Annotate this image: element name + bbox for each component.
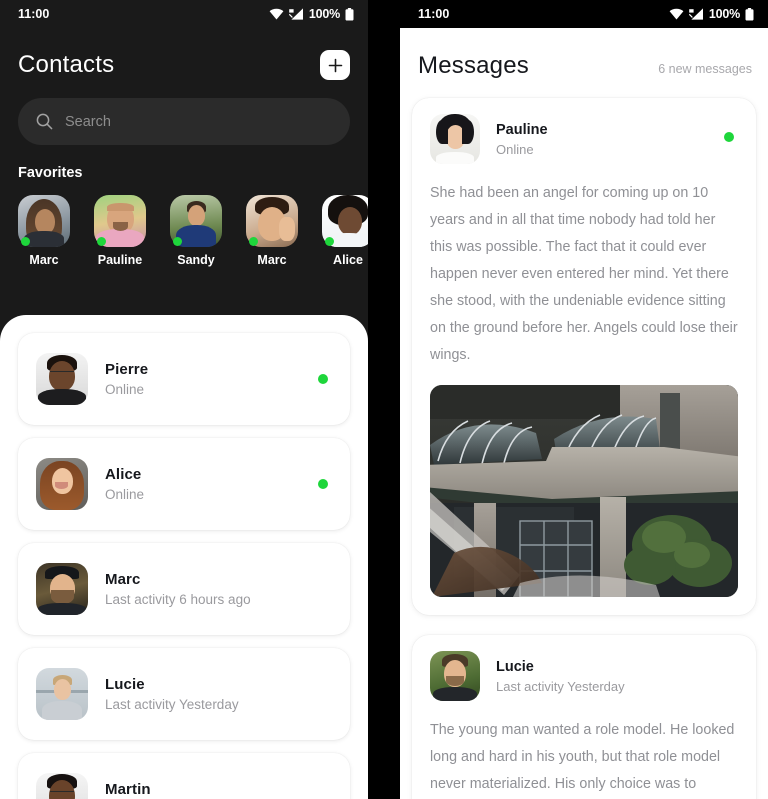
contact-status: Last activity Yesterday — [105, 697, 239, 712]
sender-status: Online — [496, 141, 534, 157]
avatar — [36, 668, 88, 720]
contact-name: Alice — [105, 466, 142, 483]
message-header: Pauline Online — [430, 114, 738, 164]
contact-row[interactable]: Pierre Online — [18, 333, 350, 425]
online-dot — [318, 479, 328, 489]
contacts-panel: 11:00 100% Contacts Search Favorites Mar… — [0, 0, 368, 799]
favorite-name: Alice — [333, 253, 363, 267]
avatar-wrap — [18, 195, 70, 247]
contact-info: Martin Last activity 3 days ago — [105, 781, 245, 799]
avatar — [36, 458, 88, 510]
status-bar-left: 11:00 100% — [0, 0, 368, 28]
favorites-heading: Favorites — [18, 165, 83, 181]
contact-info: Lucie Last activity Yesterday — [105, 676, 239, 712]
battery-percent: 100% — [308, 7, 340, 21]
contact-info: Marc Last activity 6 hours ago — [105, 571, 251, 607]
search-bar[interactable] — [18, 98, 350, 145]
contact-name: Pierre — [105, 361, 149, 378]
avatar-wrap — [94, 195, 146, 247]
favorite-item[interactable]: Marc — [246, 195, 298, 267]
avatar — [36, 563, 88, 615]
favorites-row[interactable]: Marc Pauline Sandy Marc Alice — [0, 181, 368, 267]
avatar — [36, 353, 88, 405]
status-bar-time: 11:00 — [18, 7, 50, 21]
page-title: Messages — [418, 52, 529, 79]
message-photo[interactable] — [430, 385, 738, 597]
favorite-item[interactable]: Alice — [322, 195, 368, 267]
contacts-list-sheet: Pierre Online Alice Online Marc Last act… — [0, 315, 368, 799]
messages-header: Messages 6 new messages — [400, 28, 768, 80]
sender-name: Lucie — [496, 658, 534, 675]
page-title: Contacts — [18, 51, 115, 78]
contact-name: Martin — [105, 781, 151, 798]
message-header: Lucie Last activity Yesterday — [430, 651, 738, 701]
avatar — [430, 651, 480, 701]
contact-row[interactable]: Alice Online — [18, 438, 350, 530]
wifi-icon — [269, 8, 284, 20]
battery-percent: 100% — [708, 7, 740, 21]
search-input[interactable] — [65, 113, 332, 130]
plus-icon — [328, 58, 343, 73]
online-dot — [249, 237, 258, 246]
avatar-wrap — [170, 195, 222, 247]
online-dot — [724, 132, 734, 142]
contact-row[interactable]: Marc Last activity 6 hours ago — [18, 543, 350, 635]
message-body: The young man wanted a role model. He lo… — [430, 722, 735, 792]
contact-row[interactable]: Martin Last activity 3 days ago — [18, 753, 350, 799]
contacts-header: Contacts — [0, 28, 368, 80]
online-dot — [325, 237, 334, 246]
search-container — [0, 80, 368, 145]
contact-status: Online — [105, 487, 145, 502]
status-bar-time: 11:00 — [418, 7, 450, 21]
online-dot — [21, 237, 30, 246]
contact-status: Last activity 6 hours ago — [105, 592, 251, 607]
messages-list: Pauline Online She had been an angel for… — [400, 80, 768, 799]
online-dot — [97, 237, 106, 246]
contact-name: Lucie — [105, 676, 145, 693]
favorite-name: Sandy — [177, 253, 215, 267]
contact-row[interactable]: Lucie Last activity Yesterday — [18, 648, 350, 740]
status-bar-icons: 100% — [269, 7, 354, 21]
favorite-item[interactable]: Pauline — [94, 195, 146, 267]
battery-icon — [745, 7, 754, 21]
sender-status: Last activity Yesterday — [496, 678, 625, 694]
status-bar-right: 11:00 100% — [400, 0, 768, 28]
favorite-item[interactable]: Marc — [18, 195, 70, 267]
dual-phone-screenshot: 11:00 100% Contacts Search Favorites Mar… — [0, 0, 768, 799]
avatar — [430, 114, 480, 164]
status-bar-icons: 100% — [669, 7, 754, 21]
favorite-item[interactable]: Sandy — [170, 195, 222, 267]
wifi-icon — [669, 8, 684, 20]
cellular-icon — [688, 8, 704, 20]
new-messages-count: 6 new messages — [658, 62, 752, 76]
message-body: She had been an angel for coming up on 1… — [430, 185, 738, 363]
cellular-icon — [288, 8, 304, 20]
messages-panel: 11:00 100% Messages 6 new messages Pauli… — [400, 0, 768, 799]
search-icon — [36, 113, 53, 130]
avatar — [36, 773, 88, 799]
favorite-name: Marc — [29, 253, 59, 267]
online-dot — [173, 237, 182, 246]
message-card[interactable]: Pauline Online She had been an angel for… — [412, 98, 756, 615]
avatar-wrap — [322, 195, 368, 247]
message-sender-info: Pauline Online — [496, 122, 548, 157]
add-contact-button[interactable] — [320, 50, 350, 80]
favorite-name: Pauline — [97, 253, 143, 267]
avatar-wrap — [246, 195, 298, 247]
sender-name: Pauline — [496, 121, 548, 138]
contact-info: Alice Online — [105, 466, 144, 502]
online-dot — [318, 374, 328, 384]
favorite-name: Marc — [257, 253, 287, 267]
message-sender-info: Lucie Last activity Yesterday — [496, 659, 625, 694]
battery-icon — [345, 7, 354, 21]
contact-status: Online — [105, 382, 145, 397]
contact-name: Marc — [105, 571, 141, 588]
message-card[interactable]: Lucie Last activity Yesterday The young … — [412, 635, 756, 799]
contact-info: Pierre Online — [105, 361, 148, 397]
